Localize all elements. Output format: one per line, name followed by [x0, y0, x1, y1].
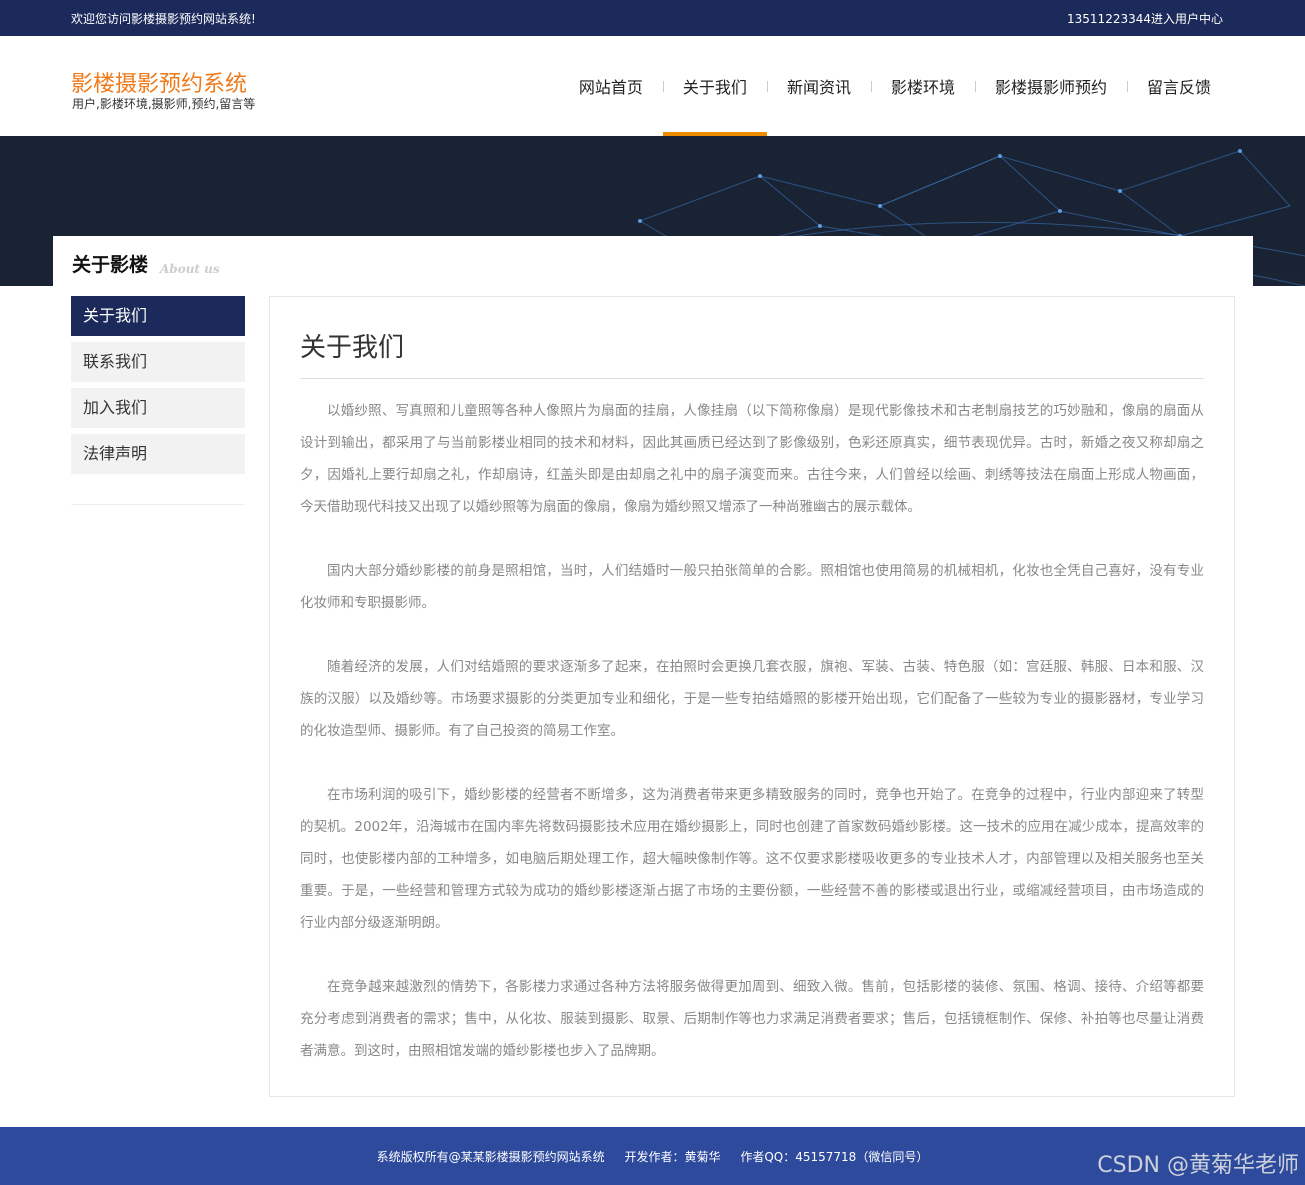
sidebar-item-join[interactable]: 加入我们 [71, 388, 245, 428]
title-divider [300, 378, 1204, 379]
site-subtitle: 用户,影楼环境,摄影师,预约,留言等 [72, 97, 256, 111]
nav-item-about[interactable]: 关于我们 [662, 36, 767, 136]
nav-item-news[interactable]: 新闻资讯 [766, 36, 871, 136]
section-title: 关于影楼 [72, 254, 149, 276]
site-title[interactable]: 影楼摄影预约系统 [71, 66, 247, 98]
nav-item-environment[interactable]: 影楼环境 [870, 36, 975, 136]
nav-item-photographer-booking[interactable]: 影楼摄影师预约 [974, 36, 1127, 136]
page-title: 关于我们 [300, 333, 405, 363]
user-center-link[interactable]: 13511223344进入用户中心 [1067, 10, 1223, 27]
article-paragraph: 以婚纱照、写真照和儿童照等各种人像照片为扇面的挂扇，人像挂扇（以下简称像扇）是现… [300, 403, 1204, 515]
article-paragraph: 在竞争越来越激烈的情势下，各影楼力求通过各种方法将服务做得更加周到、细致入微。售… [300, 979, 1204, 1059]
sidebar-divider [71, 504, 245, 505]
article-paragraph: 随着经济的发展，人们对结婚照的要求逐渐多了起来，在拍照时会更换几套衣服，旗袍、军… [300, 659, 1204, 739]
sidebar-item-legal[interactable]: 法律声明 [71, 434, 245, 474]
footer-author: 开发作者：黄菊华 [624, 1150, 721, 1164]
section-title-en: About us [160, 262, 220, 276]
footer-copyright: 系统版权所有@某某影楼摄影预约网站系统 [376, 1150, 605, 1164]
sidebar-item-contact[interactable]: 联系我们 [71, 342, 245, 382]
sidebar: 关于我们 联系我们 加入我们 法律声明 [71, 296, 245, 480]
section-header: 关于影楼 About us [53, 236, 1253, 286]
header: 影楼摄影预约系统 用户,影楼环境,摄影师,预约,留言等 网站首页 关于我们 新闻… [0, 36, 1305, 136]
welcome-text: 欢迎您访问影楼摄影预约网站系统! [71, 12, 256, 26]
nav-item-feedback[interactable]: 留言反馈 [1126, 36, 1231, 136]
article-paragraph: 国内大部分婚纱影楼的前身是照相馆，当时，人们结婚时一般只拍张简单的合影。照相馆也… [300, 563, 1204, 611]
main-nav: 网站首页 关于我们 新闻资讯 影楼环境 影楼摄影师预约 留言反馈 [559, 36, 1231, 136]
content-panel: 关于我们 以婚纱照、写真照和儿童照等各种人像照片为扇面的挂扇，人像挂扇（以下简称… [269, 296, 1235, 1097]
top-bar: 欢迎您访问影楼摄影预约网站系统! 13511223344进入用户中心 [0, 0, 1305, 36]
article-body: 以婚纱照、写真照和儿童照等各种人像照片为扇面的挂扇，人像挂扇（以下简称像扇）是现… [300, 395, 1204, 1099]
sidebar-item-about[interactable]: 关于我们 [71, 296, 245, 336]
footer-qq: 作者QQ：45157718（微信同号） [740, 1150, 929, 1164]
article-paragraph: 在市场利润的吸引下，婚纱影楼的经营者不断增多，这为消费者带来更多精致服务的同时，… [300, 787, 1204, 931]
nav-item-home[interactable]: 网站首页 [559, 36, 663, 136]
watermark: CSDN @黄菊华老师 [1097, 1153, 1299, 1178]
